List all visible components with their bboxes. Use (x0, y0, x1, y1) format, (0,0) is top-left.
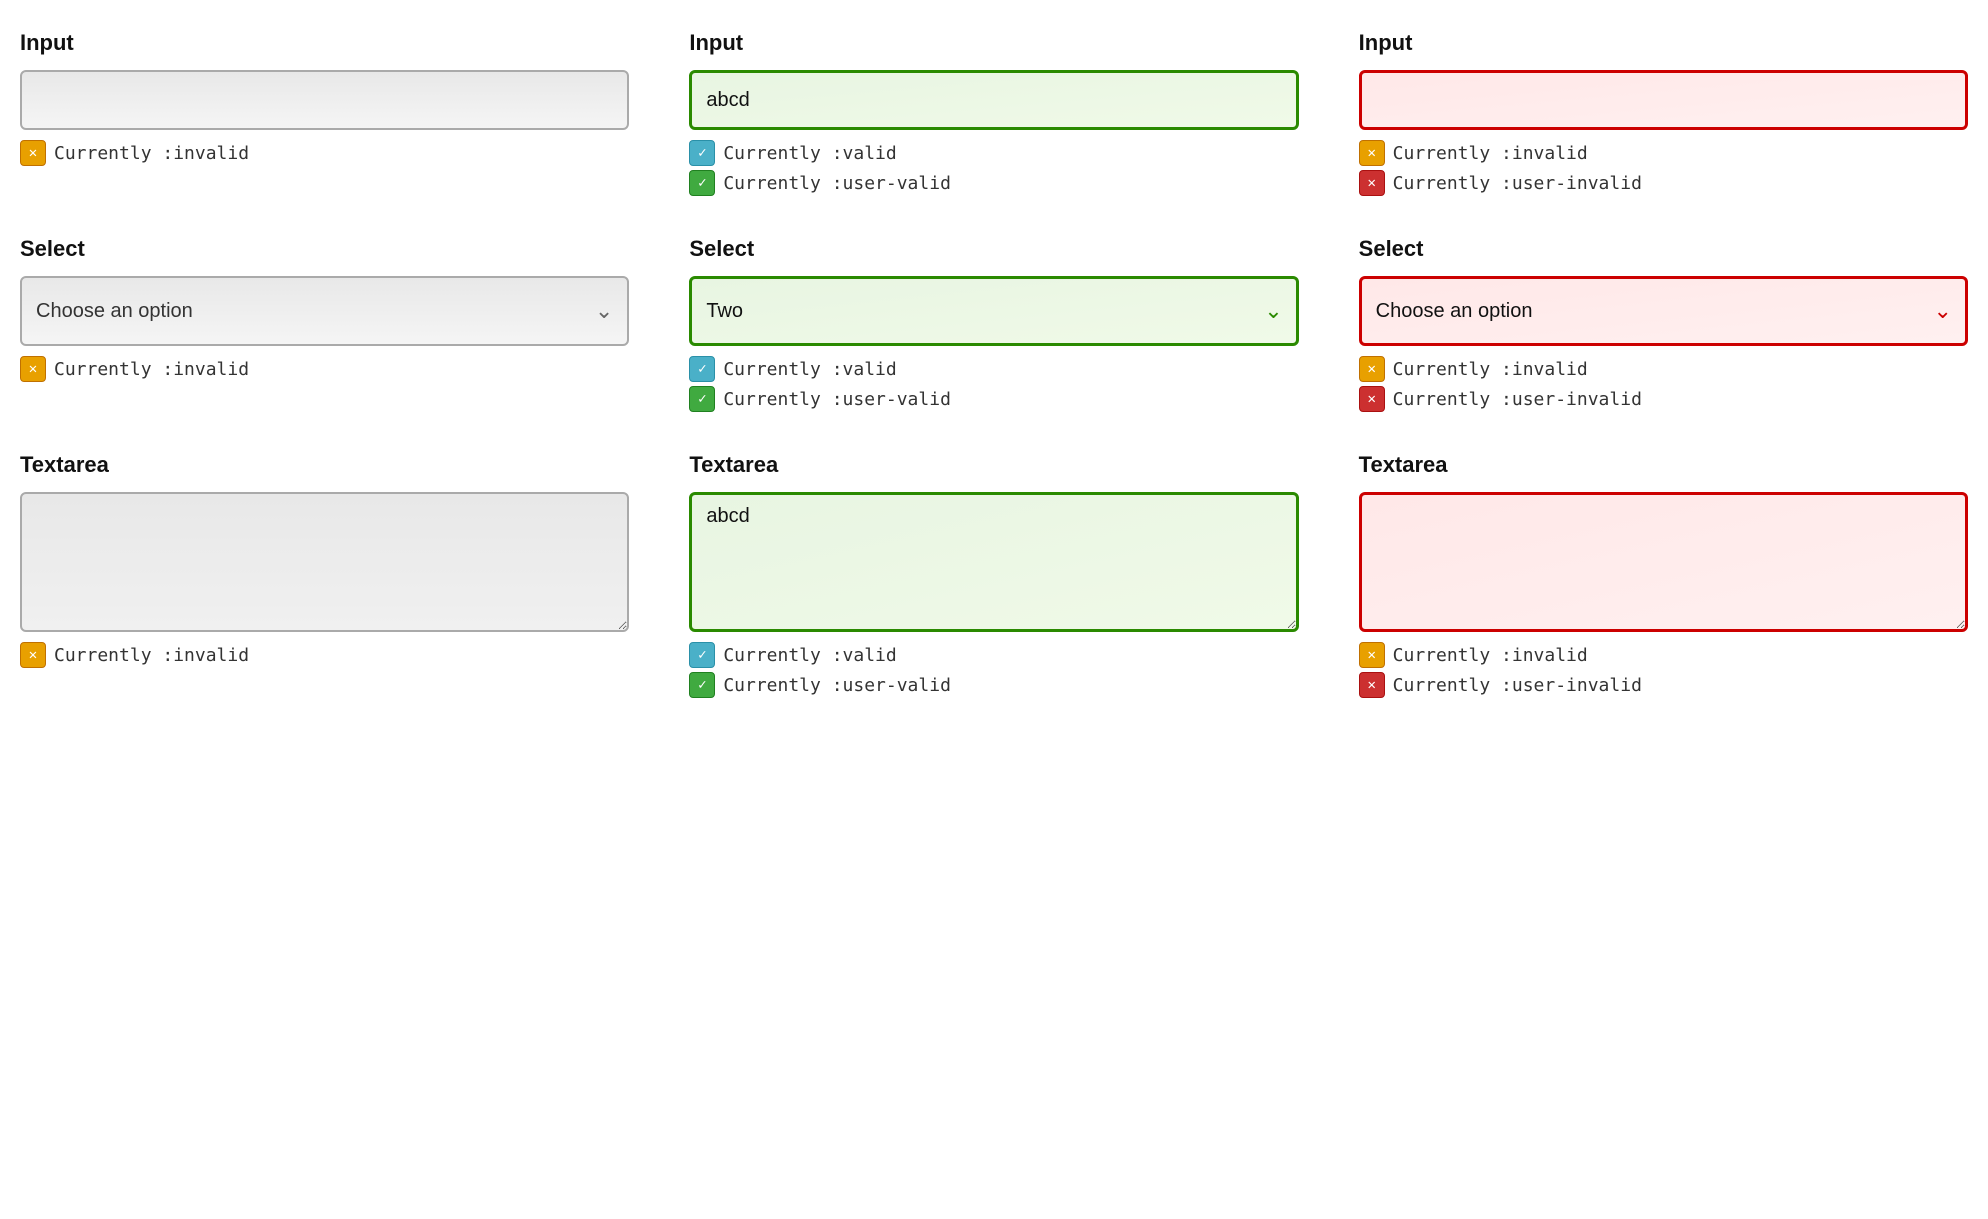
status-item-col0-sec2-0: ✕ Currently :invalid (20, 642, 629, 668)
textarea-field-col2-sec2[interactable] (1359, 492, 1968, 632)
section-label-col1-sec2: Textarea (689, 452, 1298, 478)
status-list-col2-sec0: ✕ Currently :invalid ✕ Currently :user-inva… (1359, 140, 1968, 196)
status-text-col1-sec0-0: Currently :valid (723, 143, 896, 164)
select-field-col1-sec1[interactable]: Choose an optionOneTwoThree (689, 276, 1298, 346)
cell-col0-sec2: Textarea ✕ Currently :invalid (20, 452, 629, 698)
status-text-col2-sec1-0: Currently :invalid (1393, 359, 1588, 380)
status-item-col2-sec0-1: ✕ Currently :user-invalid (1359, 170, 1968, 196)
status-text-col2-sec1-1: Currently :user-invalid (1393, 389, 1642, 410)
status-item-col1-sec2-1: ✓ Currently :user-valid (689, 672, 1298, 698)
status-badge-col1-sec0-0: ✓ (689, 140, 715, 166)
status-text-col0-sec1-0: Currently :invalid (54, 359, 249, 380)
status-text-col2-sec2-0: Currently :invalid (1393, 645, 1588, 666)
status-text-col1-sec1-1: Currently :user-valid (723, 389, 951, 410)
select-field-col2-sec1[interactable]: Choose an optionOneTwoThree (1359, 276, 1968, 346)
status-text-col2-sec2-1: Currently :user-invalid (1393, 675, 1642, 696)
status-item-col0-sec0-0: ✕ Currently :invalid (20, 140, 629, 166)
status-badge-col2-sec2-0: ✕ (1359, 642, 1385, 668)
status-badge-col1-sec2-1: ✓ (689, 672, 715, 698)
input-field-col2-sec0[interactable] (1359, 70, 1968, 130)
status-text-col2-sec0-0: Currently :invalid (1393, 143, 1588, 164)
textarea-field-col0-sec2[interactable] (20, 492, 629, 632)
status-text-col0-sec2-0: Currently :invalid (54, 645, 249, 666)
select-wrapper-col1-sec1: Choose an optionOneTwoThree⌄ (689, 276, 1298, 346)
cell-col1-sec0: Input ✓ Currently :valid ✓ Currently :user-v… (689, 30, 1298, 196)
section-label-col0-sec2: Textarea (20, 452, 629, 478)
status-text-col1-sec1-0: Currently :valid (723, 359, 896, 380)
status-list-col2-sec2: ✕ Currently :invalid ✕ Currently :user-inva… (1359, 642, 1968, 698)
cell-col1-sec2: Textarea ✓ Currently :valid ✓ Currently :use… (689, 452, 1298, 698)
status-item-col2-sec1-0: ✕ Currently :invalid (1359, 356, 1968, 382)
status-item-col2-sec2-0: ✕ Currently :invalid (1359, 642, 1968, 668)
status-badge-col1-sec1-0: ✓ (689, 356, 715, 382)
status-badge-col2-sec1-1: ✕ (1359, 386, 1385, 412)
main-grid: Input ✕ Currently :invalid Select Choose an … (20, 30, 1968, 698)
cell-col2-sec1: Select Choose an optionOneTwoThree⌄ ✕ Curre… (1359, 236, 1968, 412)
select-wrapper-col2-sec1: Choose an optionOneTwoThree⌄ (1359, 276, 1968, 346)
status-badge-col0-sec1-0: ✕ (20, 356, 46, 382)
select-wrapper-col0-sec1: Choose an optionOneTwoThree⌄ (20, 276, 629, 346)
status-item-col1-sec1-0: ✓ Currently :valid (689, 356, 1298, 382)
status-badge-col1-sec1-1: ✓ (689, 386, 715, 412)
section-label-col2-sec1: Select (1359, 236, 1968, 262)
status-badge-col1-sec2-0: ✓ (689, 642, 715, 668)
status-item-col1-sec1-1: ✓ Currently :user-valid (689, 386, 1298, 412)
status-badge-col2-sec0-0: ✕ (1359, 140, 1385, 166)
status-list-col1-sec1: ✓ Currently :valid ✓ Currently :user-valid (689, 356, 1298, 412)
cell-col1-sec1: Select Choose an optionOneTwoThree⌄ ✓ Curre… (689, 236, 1298, 412)
select-field-col0-sec1[interactable]: Choose an optionOneTwoThree (20, 276, 629, 346)
status-text-col1-sec2-1: Currently :user-valid (723, 675, 951, 696)
status-list-col0-sec1: ✕ Currently :invalid (20, 356, 629, 382)
section-label-col1-sec1: Select (689, 236, 1298, 262)
input-field-col1-sec0[interactable] (689, 70, 1298, 130)
status-list-col1-sec0: ✓ Currently :valid ✓ Currently :user-valid (689, 140, 1298, 196)
status-badge-col1-sec0-1: ✓ (689, 170, 715, 196)
status-list-col0-sec0: ✕ Currently :invalid (20, 140, 629, 166)
cell-col0-sec1: Select Choose an optionOneTwoThree⌄ ✕ Curre… (20, 236, 629, 412)
section-label-col0-sec0: Input (20, 30, 629, 56)
status-item-col1-sec0-1: ✓ Currently :user-valid (689, 170, 1298, 196)
status-item-col1-sec0-0: ✓ Currently :valid (689, 140, 1298, 166)
status-text-col2-sec0-1: Currently :user-invalid (1393, 173, 1642, 194)
cell-col2-sec0: Input ✕ Currently :invalid ✕ Currently :user… (1359, 30, 1968, 196)
status-item-col0-sec1-0: ✕ Currently :invalid (20, 356, 629, 382)
cell-col2-sec2: Textarea ✕ Currently :invalid ✕ Currently :u… (1359, 452, 1968, 698)
section-label-col1-sec0: Input (689, 30, 1298, 56)
status-badge-col2-sec1-0: ✕ (1359, 356, 1385, 382)
cell-col0-sec0: Input ✕ Currently :invalid (20, 30, 629, 196)
section-label-col0-sec1: Select (20, 236, 629, 262)
status-text-col0-sec0-0: Currently :invalid (54, 143, 249, 164)
status-list-col1-sec2: ✓ Currently :valid ✓ Currently :user-valid (689, 642, 1298, 698)
section-label-col2-sec0: Input (1359, 30, 1968, 56)
status-text-col1-sec2-0: Currently :valid (723, 645, 896, 666)
textarea-field-col1-sec2[interactable] (689, 492, 1298, 632)
status-item-col1-sec2-0: ✓ Currently :valid (689, 642, 1298, 668)
status-badge-col2-sec2-1: ✕ (1359, 672, 1385, 698)
status-item-col2-sec0-0: ✕ Currently :invalid (1359, 140, 1968, 166)
status-badge-col0-sec2-0: ✕ (20, 642, 46, 668)
status-list-col2-sec1: ✕ Currently :invalid ✕ Currently :user-inva… (1359, 356, 1968, 412)
status-item-col2-sec2-1: ✕ Currently :user-invalid (1359, 672, 1968, 698)
status-text-col1-sec0-1: Currently :user-valid (723, 173, 951, 194)
status-list-col0-sec2: ✕ Currently :invalid (20, 642, 629, 668)
status-badge-col2-sec0-1: ✕ (1359, 170, 1385, 196)
section-label-col2-sec2: Textarea (1359, 452, 1968, 478)
input-field-col0-sec0[interactable] (20, 70, 629, 130)
status-badge-col0-sec0-0: ✕ (20, 140, 46, 166)
status-item-col2-sec1-1: ✕ Currently :user-invalid (1359, 386, 1968, 412)
